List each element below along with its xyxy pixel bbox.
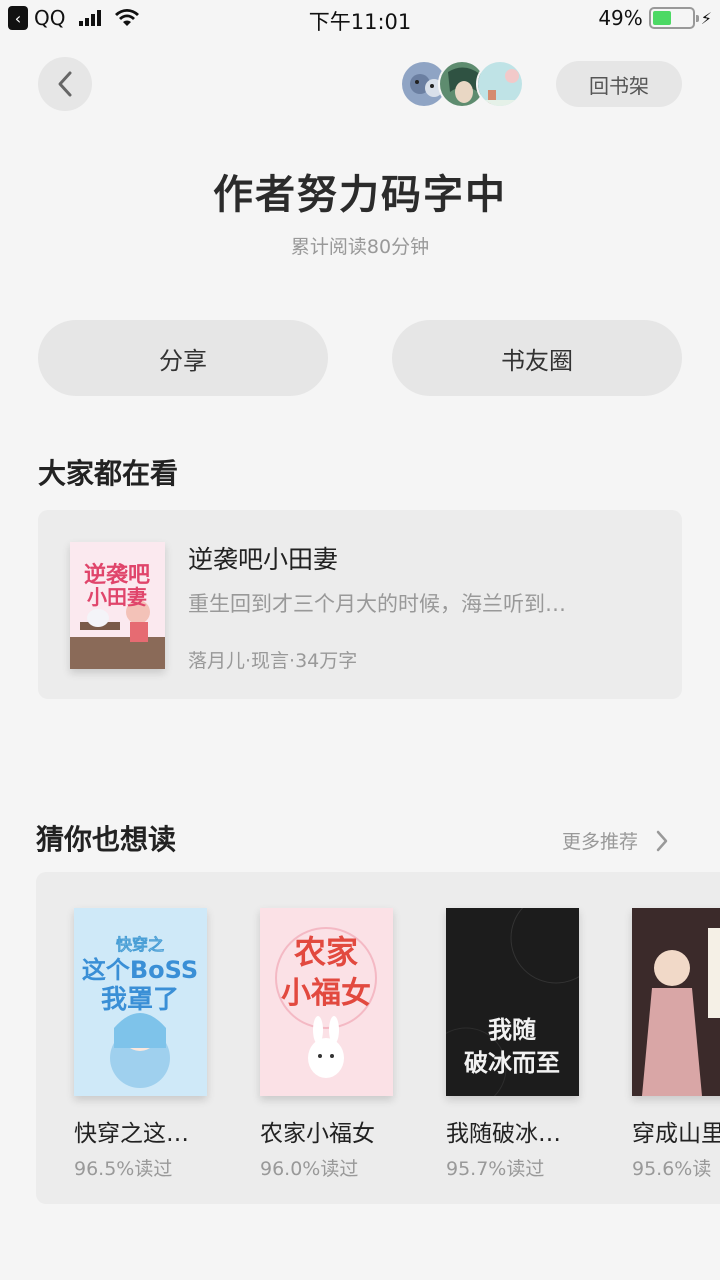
recommend-book-read-rate: 95.6%读 xyxy=(632,1158,712,1180)
section-title-popular: 大家都在看 xyxy=(38,457,179,490)
svg-text:这个BoSS: 这个BoSS xyxy=(82,956,198,984)
svg-text:我罩了: 我罩了 xyxy=(101,985,179,1015)
book-cover[interactable]: 我随 破冰而至 xyxy=(446,908,579,1096)
recommend-book-item[interactable]: 农家 小福女 农家小福女 96.0%读过 xyxy=(260,908,410,1181)
status-right: 49% ⚡ xyxy=(598,6,712,30)
svg-text:快穿之: 快穿之 xyxy=(116,935,164,954)
featured-book-description: 重生回到才三个月大的时候，海兰听到… xyxy=(188,592,566,616)
more-recommendations-label: 更多推荐 xyxy=(562,831,639,853)
recommend-book-item[interactable]: 快穿之 这个BoSS 我罩了 快穿之这… 96.5%读过 xyxy=(74,908,224,1181)
charging-icon: ⚡ xyxy=(700,8,712,28)
recommend-book-title: 我随破冰… xyxy=(446,1121,561,1147)
recommend-book-title: 快穿之这… xyxy=(74,1121,189,1147)
avatar xyxy=(476,60,524,108)
book-friends-circle-button[interactable]: 书友圈 xyxy=(392,320,682,396)
recommend-book-title: 穿成山里 xyxy=(632,1121,720,1147)
reader-avatars[interactable] xyxy=(400,60,524,108)
book-cover[interactable]: 快穿之 这个BoSS 我罩了 xyxy=(74,908,207,1096)
recommend-book-read-rate: 96.5%读过 xyxy=(74,1158,173,1180)
recommend-book-item[interactable]: 穿成 大果 粒 穿成山里 95.6%读 xyxy=(632,908,720,1181)
book-cover[interactable]: 逆袭吧 小田妻 xyxy=(70,542,165,669)
battery-percent: 49% xyxy=(598,6,643,30)
share-button[interactable]: 分享 xyxy=(38,320,328,396)
book-cover[interactable]: 农家 小福女 xyxy=(260,908,393,1096)
chevron-right-icon xyxy=(656,830,668,851)
svg-text:我随: 我随 xyxy=(488,1015,536,1044)
battery-icon xyxy=(648,7,699,29)
recommend-book-title: 农家小福女 xyxy=(260,1121,375,1147)
more-recommendations-link[interactable]: 更多推荐 xyxy=(562,827,668,854)
recommend-book-read-rate: 96.0%读过 xyxy=(260,1158,359,1180)
svg-text:破冰而至: 破冰而至 xyxy=(464,1048,560,1077)
recommend-book-read-rate: 95.7%读过 xyxy=(446,1158,545,1180)
recommendation-list[interactable]: 快穿之 这个BoSS 我罩了 快穿之这… 96.5%读过 农家 小福女 农家小福… xyxy=(36,872,720,1204)
chevron-left-icon xyxy=(58,71,72,97)
page-title: 作者努力码字中 xyxy=(213,172,507,218)
back-button[interactable] xyxy=(38,57,92,111)
svg-text:小田妻: 小田妻 xyxy=(87,585,147,609)
svg-text:小福女: 小福女 xyxy=(281,976,371,1011)
section-title-recommend: 猜你也想读 xyxy=(36,823,177,856)
featured-book-meta: 落月儿·现言·34万字 xyxy=(188,650,358,672)
status-bar: ‹ QQ 下午11:01 49% ⚡ xyxy=(0,0,720,38)
featured-book-card[interactable]: 逆袭吧 小田妻 逆袭吧小田妻 重生回到才三个月大的时候，海兰听到… 落月儿·现言… xyxy=(38,510,682,699)
back-to-shelf-button[interactable]: 回书架 xyxy=(556,61,682,107)
book-cover[interactable]: 穿成 大果 粒 xyxy=(632,908,720,1096)
reading-time-stat: 累计阅读80分钟 xyxy=(290,236,430,258)
battery-fill xyxy=(652,11,672,25)
featured-book-title: 逆袭吧小田妻 xyxy=(188,545,339,574)
svg-text:农家: 农家 xyxy=(294,933,358,971)
recommend-book-item[interactable]: 我随 破冰而至 我随破冰… 95.7%读过 xyxy=(446,908,596,1181)
